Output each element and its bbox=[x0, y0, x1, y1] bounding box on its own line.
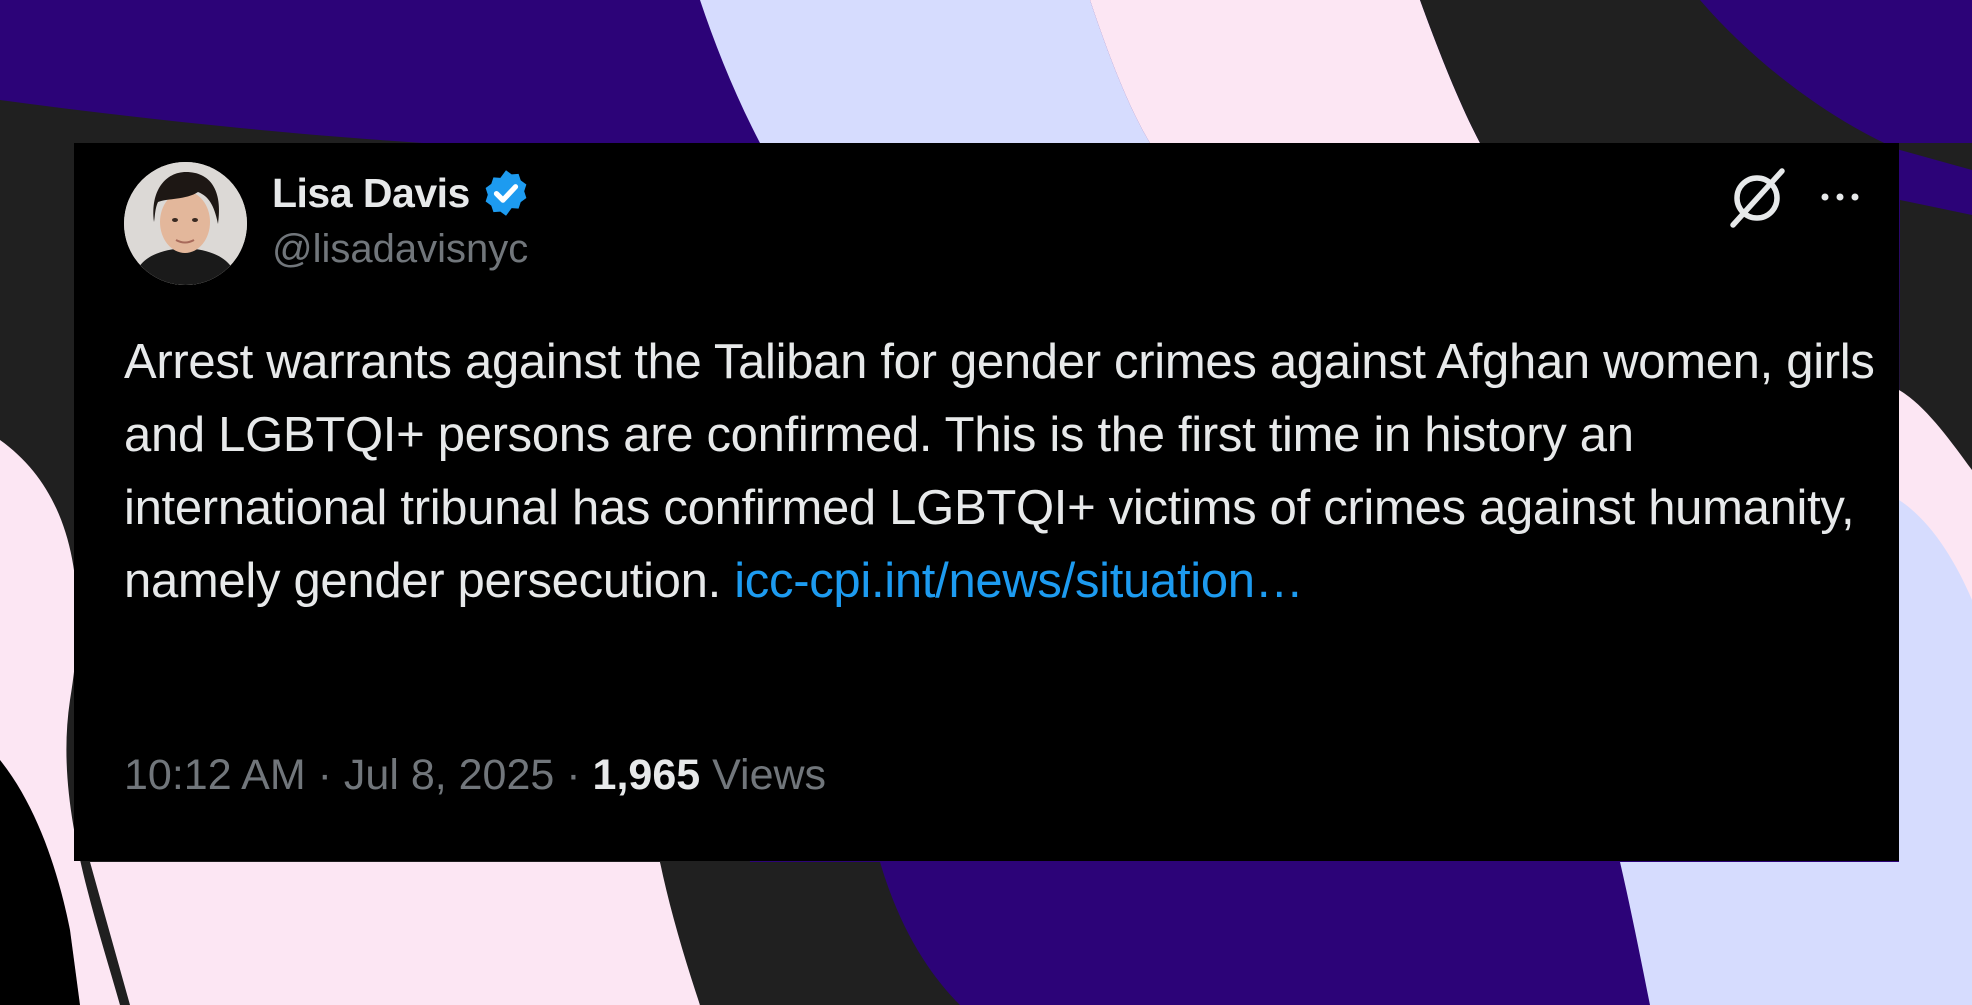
tweet-text: Arrest warrants against the Taliban for … bbox=[124, 326, 1894, 618]
tweet-time[interactable]: 10:12 AM bbox=[124, 751, 306, 800]
grok-icon[interactable] bbox=[1728, 167, 1786, 229]
tweet-meta: 10:12 AM · Jul 8, 2025 · 1,965 Views bbox=[124, 749, 826, 801]
author-handle[interactable]: @lisadavisnyc bbox=[272, 227, 528, 272]
author-display-name[interactable]: Lisa Davis bbox=[272, 170, 470, 217]
tweet-link[interactable]: icc-cpi.int/news/situation… bbox=[734, 554, 1304, 608]
tweet-card: Lisa Davis @lisadavisnyc Arrest warrants… bbox=[74, 143, 1899, 861]
verified-badge-icon bbox=[485, 170, 527, 216]
meta-separator: · bbox=[317, 750, 332, 799]
tweet-date[interactable]: Jul 8, 2025 bbox=[344, 751, 554, 800]
more-options-icon[interactable] bbox=[1812, 169, 1868, 225]
avatar[interactable] bbox=[124, 162, 247, 285]
views-count: 1,965 bbox=[592, 750, 701, 799]
meta-separator: · bbox=[566, 750, 581, 799]
views-label: Views bbox=[712, 750, 827, 799]
